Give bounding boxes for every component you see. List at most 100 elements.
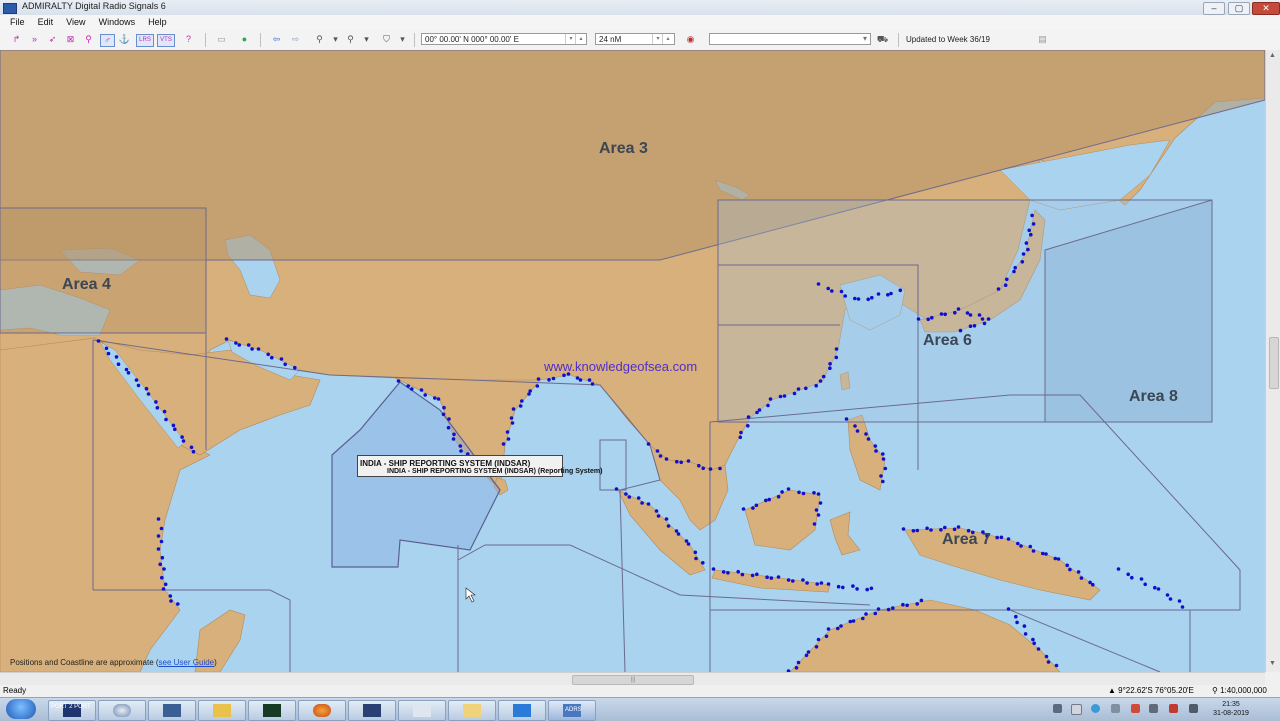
- station-marker[interactable]: [977, 313, 982, 317]
- station-marker[interactable]: [1012, 269, 1016, 274]
- station-marker[interactable]: [721, 570, 726, 574]
- station-marker[interactable]: [442, 405, 446, 410]
- station-marker[interactable]: [511, 407, 516, 411]
- station-marker[interactable]: [740, 572, 745, 577]
- station-marker[interactable]: [876, 607, 881, 611]
- station-marker[interactable]: [701, 561, 705, 565]
- station-marker[interactable]: [446, 425, 451, 430]
- station-marker[interactable]: [883, 466, 888, 471]
- station-marker[interactable]: [839, 624, 843, 628]
- station-marker[interactable]: [926, 317, 930, 322]
- vessel-icon[interactable]: ➶: [46, 34, 59, 45]
- station-marker[interactable]: [792, 391, 797, 396]
- station-marker[interactable]: [769, 576, 774, 580]
- station-marker[interactable]: [1029, 232, 1033, 237]
- station-marker[interactable]: [1006, 537, 1011, 541]
- station-marker[interactable]: [656, 514, 661, 518]
- station-marker[interactable]: [824, 634, 829, 639]
- minimize-button[interactable]: –: [1203, 2, 1225, 15]
- station-marker[interactable]: [1180, 605, 1185, 609]
- station-marker[interactable]: [279, 357, 284, 361]
- station-marker[interactable]: [1003, 283, 1008, 287]
- station-marker[interactable]: [1076, 570, 1081, 574]
- station-marker[interactable]: [968, 324, 973, 329]
- station-marker[interactable]: [856, 297, 861, 301]
- lrs-button[interactable]: LRS: [136, 34, 154, 47]
- station-marker[interactable]: [578, 378, 583, 382]
- station-marker[interactable]: [627, 495, 632, 499]
- zoom-in-icon[interactable]: ⚲: [313, 34, 326, 45]
- station-marker[interactable]: [664, 457, 669, 461]
- station-marker[interactable]: [836, 584, 841, 589]
- station-marker[interactable]: [839, 289, 844, 294]
- station-marker[interactable]: [1044, 654, 1049, 659]
- map-view[interactable]: Area 3 Area 4 Area 6 Area 8 Area 7 www.k…: [0, 50, 1265, 672]
- station-marker[interactable]: [816, 513, 821, 517]
- station-marker[interactable]: [234, 341, 238, 345]
- station-marker[interactable]: [901, 602, 905, 607]
- station-marker[interactable]: [874, 449, 878, 453]
- station-marker[interactable]: [804, 653, 809, 658]
- station-marker[interactable]: [739, 430, 743, 435]
- station-marker[interactable]: [1156, 587, 1161, 591]
- station-marker[interactable]: [801, 578, 805, 582]
- station-marker[interactable]: [1079, 576, 1084, 580]
- station-marker[interactable]: [144, 386, 149, 391]
- station-marker[interactable]: [587, 378, 592, 382]
- station-marker[interactable]: [755, 410, 759, 415]
- station-marker[interactable]: [816, 492, 821, 496]
- station-marker[interactable]: [1165, 593, 1170, 597]
- station-marker[interactable]: [675, 459, 679, 464]
- station-marker[interactable]: [841, 585, 845, 590]
- station-marker[interactable]: [162, 409, 167, 414]
- maximize-button[interactable]: ▢: [1228, 2, 1250, 15]
- station-marker[interactable]: [881, 452, 885, 456]
- station-marker[interactable]: [766, 403, 770, 408]
- station-marker[interactable]: [433, 396, 437, 400]
- network-icon[interactable]: [1149, 704, 1158, 713]
- station-marker[interactable]: [881, 457, 886, 461]
- station-marker[interactable]: [873, 444, 878, 448]
- station-marker[interactable]: [764, 498, 768, 503]
- station-marker[interactable]: [814, 383, 818, 388]
- station-marker[interactable]: [126, 371, 131, 375]
- station-marker[interactable]: [676, 532, 681, 536]
- station-marker[interactable]: [1143, 582, 1147, 587]
- station-marker[interactable]: [746, 424, 750, 428]
- station-marker[interactable]: [181, 439, 186, 443]
- station-marker[interactable]: [861, 616, 865, 621]
- station-marker[interactable]: [686, 459, 691, 463]
- forward-icon[interactable]: ⇨: [289, 34, 302, 45]
- station-marker[interactable]: [655, 449, 660, 453]
- station-marker[interactable]: [804, 386, 808, 391]
- station-marker[interactable]: [1019, 544, 1023, 548]
- station-marker[interactable]: [686, 542, 691, 546]
- station-marker[interactable]: [828, 362, 832, 366]
- station-marker[interactable]: [693, 550, 698, 555]
- station-marker[interactable]: [816, 637, 821, 642]
- station-marker[interactable]: [447, 417, 451, 421]
- station-marker[interactable]: [173, 427, 177, 432]
- station-marker[interactable]: [939, 312, 944, 316]
- scroll-up-icon[interactable]: ▲: [1269, 52, 1276, 59]
- station-marker[interactable]: [915, 602, 919, 606]
- station-marker[interactable]: [293, 365, 297, 370]
- station-marker[interactable]: [697, 463, 701, 468]
- station-marker[interactable]: [754, 503, 759, 508]
- station-marker[interactable]: [162, 567, 166, 571]
- station-marker[interactable]: [968, 313, 973, 317]
- station-marker[interactable]: [694, 556, 698, 561]
- station-marker[interactable]: [905, 603, 909, 608]
- chevron-down-icon[interactable]: ▾: [860, 34, 870, 44]
- horizontal-scroll-thumb[interactable]: |||: [572, 675, 694, 685]
- station-marker[interactable]: [876, 292, 881, 296]
- station-marker[interactable]: [528, 389, 532, 393]
- help-button[interactable]: ?: [182, 34, 195, 45]
- station-marker[interactable]: [834, 355, 839, 360]
- station-marker[interactable]: [1024, 241, 1029, 245]
- station-marker[interactable]: [419, 388, 424, 392]
- station-marker[interactable]: [452, 432, 456, 437]
- start-button[interactable]: [6, 699, 36, 719]
- station-marker[interactable]: [1013, 265, 1017, 270]
- station-marker[interactable]: [501, 442, 506, 446]
